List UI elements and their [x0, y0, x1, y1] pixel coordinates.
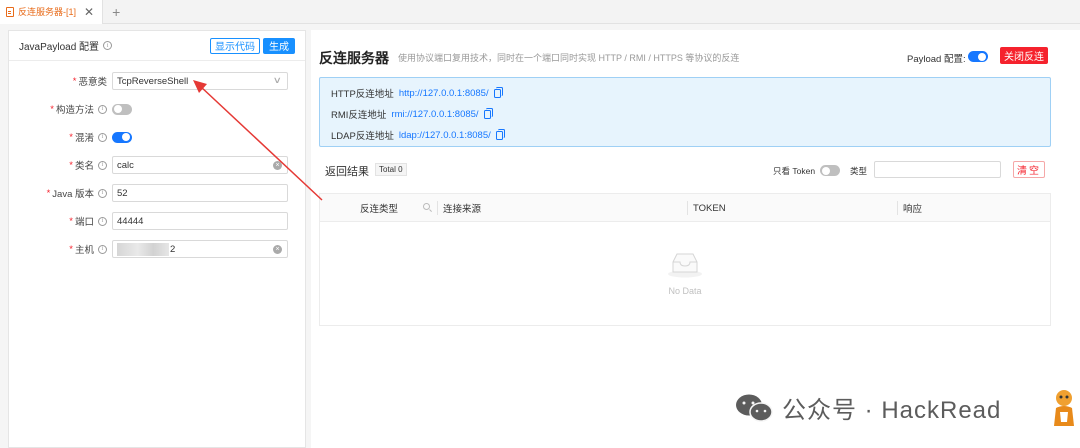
wechat-icon	[736, 394, 773, 422]
mascot-icon	[1054, 390, 1074, 426]
watermark: 公众号 · HackRead	[734, 390, 1001, 425]
annotation-arrow	[193, 80, 323, 201]
watermark-text: 公众号 · HackRead	[782, 397, 1002, 424]
